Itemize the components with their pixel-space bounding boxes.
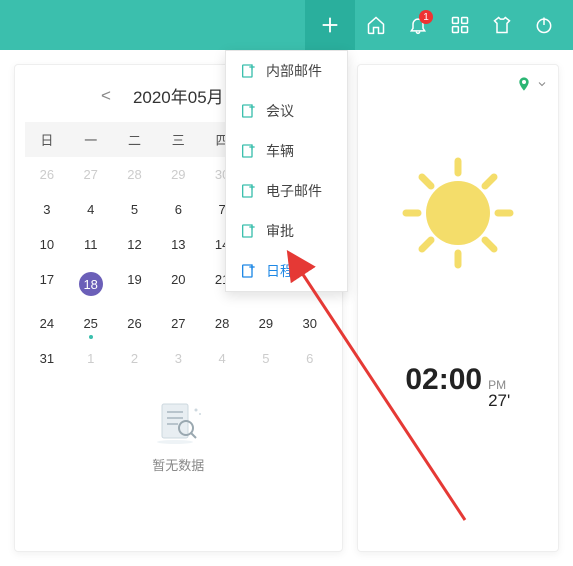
calendar-day[interactable]: 17 — [25, 262, 69, 306]
calendar-day[interactable]: 11 — [69, 227, 113, 262]
calendar-day[interactable]: 24 — [25, 306, 69, 341]
menu-item-label: 日程 — [266, 261, 294, 281]
weather-card: 02:00 PM 27' — [357, 64, 559, 552]
calendar-day[interactable]: 6 — [156, 192, 200, 227]
menu-item[interactable]: 内部邮件 — [226, 51, 347, 91]
new-item-icon — [240, 183, 256, 199]
sun-icon — [398, 153, 518, 273]
calendar-day[interactable]: 26 — [113, 306, 157, 341]
calendar-day[interactable]: 4 — [69, 192, 113, 227]
plus-icon — [319, 14, 341, 36]
new-item-icon — [240, 263, 256, 279]
menu-item[interactable]: 审批 — [226, 211, 347, 251]
calendar-day[interactable]: 10 — [25, 227, 69, 262]
new-button[interactable] — [305, 0, 355, 50]
shirt-icon — [492, 15, 512, 35]
menu-item-label: 会议 — [266, 101, 294, 121]
calendar-day[interactable]: 19 — [113, 262, 157, 306]
notifications-button[interactable]: 1 — [397, 0, 439, 50]
no-data-block: 暂无数据 — [25, 398, 332, 474]
home-icon — [366, 15, 386, 35]
calendar-day[interactable]: 28 — [113, 157, 157, 192]
menu-item-label: 电子邮件 — [266, 181, 322, 201]
new-item-icon — [240, 143, 256, 159]
calendar-dow: 一 — [69, 122, 113, 157]
calendar-day[interactable]: 25 — [69, 306, 113, 341]
theme-button[interactable] — [481, 0, 523, 50]
calendar-day[interactable]: 28 — [200, 306, 244, 341]
weather-graphic — [368, 153, 548, 273]
calendar-day[interactable]: 30 — [288, 306, 332, 341]
calendar-day[interactable]: 27 — [156, 306, 200, 341]
new-item-icon — [240, 103, 256, 119]
calendar-day[interactable]: 13 — [156, 227, 200, 262]
prev-month-button[interactable]: < — [95, 86, 117, 106]
calendar-day[interactable]: 27 — [69, 157, 113, 192]
new-item-icon — [240, 223, 256, 239]
home-button[interactable] — [355, 0, 397, 50]
menu-item-label: 审批 — [266, 221, 294, 241]
calendar-title: 2020年05月 — [133, 83, 224, 108]
apps-icon — [450, 15, 470, 35]
new-menu-dropdown: 内部邮件会议车辆电子邮件审批日程 — [225, 50, 348, 292]
calendar-day[interactable]: 20 — [156, 262, 200, 306]
calendar-dow: 三 — [156, 122, 200, 157]
menu-item[interactable]: 车辆 — [226, 131, 347, 171]
menu-item[interactable]: 电子邮件 — [226, 171, 347, 211]
calendar-day[interactable]: 4 — [200, 341, 244, 376]
calendar-day[interactable]: 31 — [25, 341, 69, 376]
menu-item-label: 车辆 — [266, 141, 294, 161]
calendar-day[interactable]: 6 — [288, 341, 332, 376]
calendar-day[interactable]: 1 — [69, 341, 113, 376]
calendar-dow: 日 — [25, 122, 69, 157]
power-icon — [534, 15, 554, 35]
menu-item-label: 内部邮件 — [266, 61, 322, 81]
calendar-day[interactable]: 5 — [113, 192, 157, 227]
notification-badge: 1 — [419, 10, 433, 24]
no-data-icon — [148, 398, 208, 446]
calendar-dow: 二 — [113, 122, 157, 157]
calendar-day[interactable]: 26 — [25, 157, 69, 192]
menu-item[interactable]: 日程 — [226, 251, 347, 291]
calendar-day[interactable]: 3 — [156, 341, 200, 376]
temperature-value: 27' — [488, 392, 510, 411]
location-button[interactable] — [516, 75, 548, 93]
apps-button[interactable] — [439, 0, 481, 50]
chevron-down-icon — [536, 78, 548, 90]
calendar-day[interactable]: 3 — [25, 192, 69, 227]
power-button[interactable] — [523, 0, 565, 50]
calendar-day[interactable]: 29 — [244, 306, 288, 341]
location-icon — [516, 75, 532, 93]
calendar-day[interactable]: 18 — [69, 262, 113, 306]
calendar-day[interactable]: 5 — [244, 341, 288, 376]
no-data-text: 暂无数据 — [25, 455, 332, 474]
menu-item[interactable]: 会议 — [226, 91, 347, 131]
new-item-icon — [240, 63, 256, 79]
app-header: 1 — [0, 0, 573, 50]
calendar-day[interactable]: 2 — [113, 341, 157, 376]
time-value: 02:00 — [405, 363, 482, 397]
calendar-day[interactable]: 12 — [113, 227, 157, 262]
calendar-day[interactable]: 29 — [156, 157, 200, 192]
time-block: 02:00 PM 27' — [368, 363, 548, 411]
